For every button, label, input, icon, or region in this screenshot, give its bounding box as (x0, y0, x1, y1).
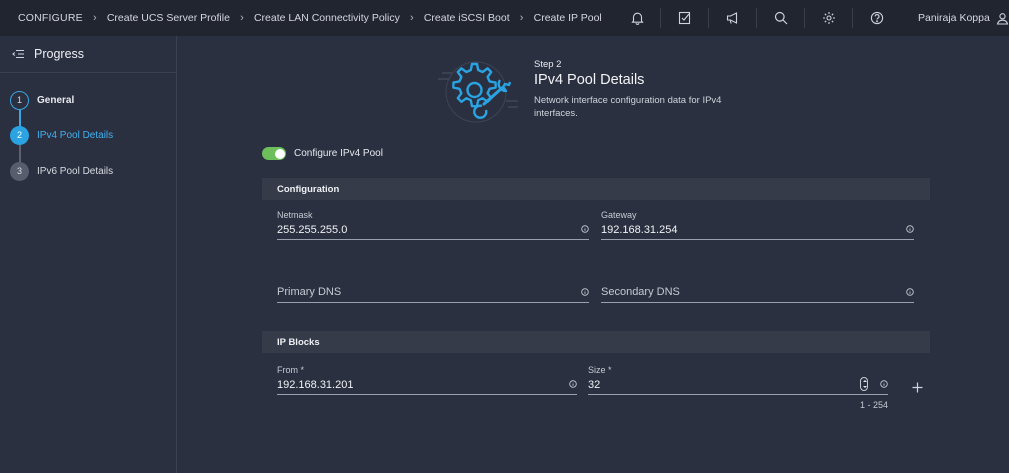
breadcrumb-create-lan-connectivity-policy[interactable]: Create LAN Connectivity Policy (254, 12, 400, 24)
step-indicator: Step 2 (534, 59, 562, 70)
info-icon[interactable] (906, 288, 914, 296)
size-field[interactable]: Size * 32 (588, 365, 888, 395)
breadcrumb-create-iscsi-boot[interactable]: Create iSCSI Boot (424, 12, 510, 24)
gear-icon[interactable] (810, 0, 853, 36)
megaphone-icon[interactable] (714, 0, 757, 36)
info-icon[interactable] (581, 288, 589, 296)
sidebar-header: Progress (0, 36, 176, 73)
top-bar: CONFIGURE › Create UCS Server Profile › … (0, 0, 1009, 36)
gear-wrench-illustration-icon (438, 61, 518, 123)
sidebar-step-ipv6-pool-details[interactable]: 3 IPv6 Pool Details (10, 161, 113, 181)
breadcrumb-create-ip-pool: Create IP Pool (533, 12, 602, 24)
task-check-icon[interactable] (666, 0, 709, 36)
sidebar-step-ipv4-pool-details[interactable]: 2 IPv4 Pool Details (10, 125, 113, 145)
size-label: Size * (588, 365, 612, 375)
step-label: IPv6 Pool Details (37, 165, 114, 177)
user-menu[interactable]: Paniraja Koppa (918, 0, 1009, 36)
step-label: General (37, 94, 75, 106)
collapse-menu-icon[interactable] (12, 49, 24, 59)
chevron-right-icon: › (240, 12, 244, 24)
breadcrumb-create-ucs-server-profile[interactable]: Create UCS Server Profile (107, 12, 230, 24)
info-icon[interactable] (581, 225, 589, 233)
page-description: Network interface configuration data for… (534, 95, 722, 119)
help-icon[interactable] (858, 0, 896, 36)
bell-icon[interactable] (618, 0, 661, 36)
size-value[interactable]: 32 (588, 379, 600, 391)
configure-ipv4-pool-toggle[interactable] (262, 147, 286, 160)
size-range-hint: 1 - 254 (860, 400, 889, 410)
from-ip-field[interactable]: From * 192.168.31.201 (277, 365, 577, 395)
primary-dns-field[interactable]: Primary DNS (277, 273, 589, 303)
gateway-value[interactable]: 192.168.31.254 (601, 224, 677, 236)
step-label: IPv4 Pool Details (37, 129, 114, 141)
gateway-field[interactable]: Gateway 192.168.31.254 (601, 210, 914, 240)
progress-sidebar: Progress 1 General 2 IPv4 Pool Details 3… (0, 36, 177, 473)
netmask-label: Netmask (277, 210, 313, 220)
chevron-right-icon: › (519, 12, 524, 24)
step-number: 2 (10, 125, 29, 145)
toggle-label: Configure IPv4 Pool (294, 148, 383, 159)
topbar-icons (618, 0, 906, 36)
step-number: 1 (10, 90, 29, 110)
secondary-dns-field[interactable]: Secondary DNS (601, 273, 914, 303)
gateway-label: Gateway (601, 210, 637, 220)
netmask-field[interactable]: Netmask 255.255.255.0 (277, 210, 589, 240)
breadcrumb: CONFIGURE › Create UCS Server Profile › … (0, 12, 602, 24)
user-icon (996, 12, 1009, 25)
page-title: IPv4 Pool Details (534, 72, 645, 88)
search-icon[interactable] (762, 0, 805, 36)
primary-dns-placeholder[interactable]: Primary DNS (277, 286, 341, 298)
secondary-dns-placeholder[interactable]: Secondary DNS (601, 286, 680, 298)
chevron-right-icon: › (92, 12, 97, 24)
size-stepper[interactable] (860, 377, 868, 391)
info-icon[interactable] (880, 380, 888, 388)
from-value[interactable]: 192.168.31.201 (277, 379, 353, 391)
breadcrumb-configure[interactable]: CONFIGURE (18, 12, 83, 24)
step-number: 3 (10, 161, 29, 181)
user-name: Paniraja Koppa (918, 12, 990, 24)
netmask-value[interactable]: 255.255.255.0 (277, 224, 347, 236)
ip-blocks-section-header: IP Blocks (262, 331, 930, 353)
toggle-knob (274, 148, 285, 159)
sidebar-title: Progress (34, 47, 85, 61)
info-icon[interactable] (569, 380, 577, 388)
from-label: From * (277, 365, 304, 375)
info-icon[interactable] (906, 225, 914, 233)
add-ip-block-icon[interactable] (911, 381, 924, 394)
chevron-right-icon: › (410, 12, 414, 24)
configuration-section-header: Configuration (262, 178, 930, 200)
sidebar-step-general[interactable]: 1 General (10, 90, 74, 110)
